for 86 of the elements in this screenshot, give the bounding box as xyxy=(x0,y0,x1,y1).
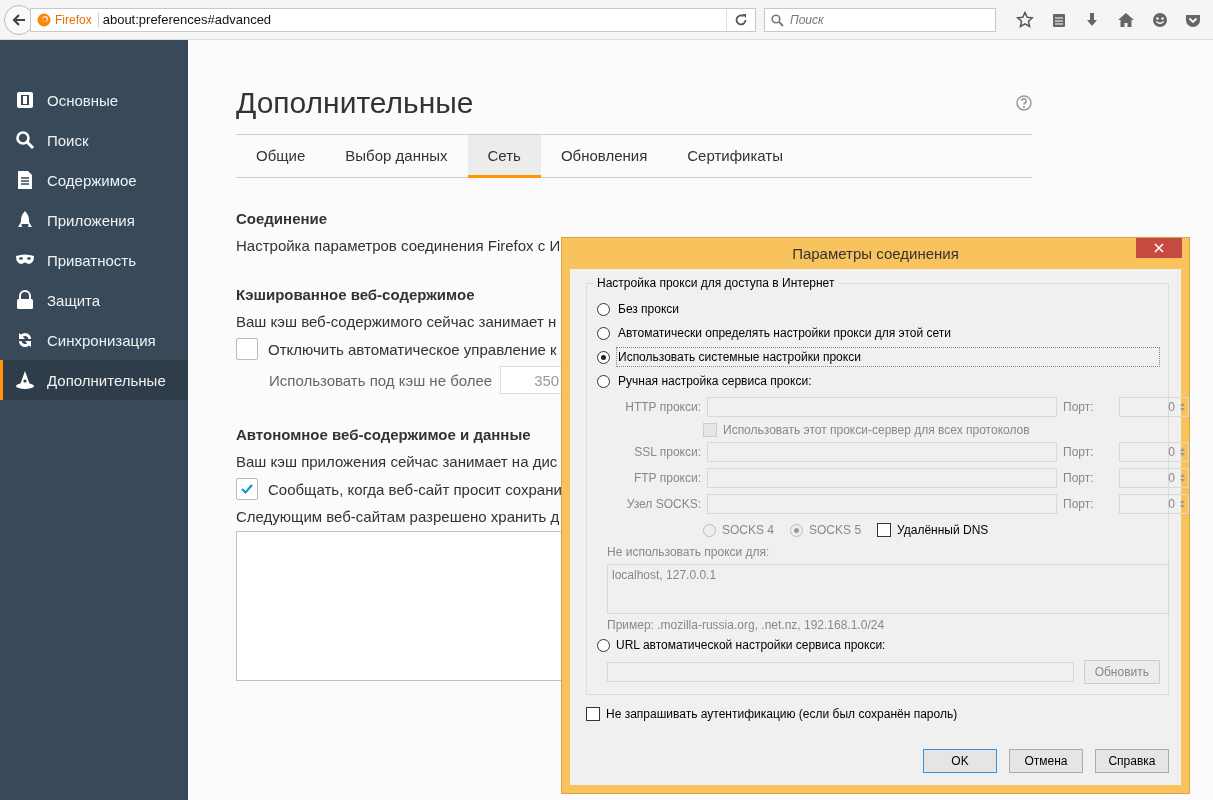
checkbox[interactable] xyxy=(586,707,600,721)
proxy-label: HTTP прокси: xyxy=(624,400,701,414)
close-button[interactable] xyxy=(1136,238,1182,258)
example-text: Пример: .mozilla-russia.org, .net.nz, 192.168.1.0/24 xyxy=(607,618,886,632)
tab[interactable]: Сеть xyxy=(467,135,541,178)
window-icon xyxy=(15,90,35,110)
proxy-host-field[interactable] xyxy=(707,468,1057,488)
sidebar-item[interactable]: Приложения xyxy=(0,200,188,240)
radio-label: Использовать системные настройки прокси xyxy=(616,347,1160,367)
field-label: Не использовать прокси для: xyxy=(607,545,771,559)
port-label: Порт: xyxy=(1063,497,1095,511)
search-icon xyxy=(15,130,35,150)
port-label: Порт: xyxy=(1063,400,1095,414)
dialog-button[interactable]: Справка xyxy=(1095,749,1169,773)
section-heading: Кэшированное веб-содержимое xyxy=(236,286,475,303)
close-icon xyxy=(1154,243,1164,253)
tab[interactable]: Обновления xyxy=(540,135,668,178)
radio-button[interactable] xyxy=(597,374,610,388)
checkbox[interactable] xyxy=(236,338,258,360)
sidebar-item[interactable]: Дополнительные xyxy=(0,360,188,400)
port-label: Порт: xyxy=(1063,471,1095,485)
checkbox[interactable] xyxy=(236,478,258,500)
checkbox-label: Использовать этот прокси-сервер для всех протоколов xyxy=(723,423,1030,437)
radio-label: Автоматически определять настройки прокси для этой сети xyxy=(617,325,952,342)
lock-icon xyxy=(15,290,35,310)
checkbox-label: Не запрашивать аутентификацию (если был сохранён пароль) xyxy=(606,707,958,721)
url-text: about:preferences#advanced xyxy=(102,12,273,27)
section-heading: Соединение xyxy=(236,210,328,227)
section-text: Ваш кэш приложения сейчас занимает на дис xyxy=(236,453,558,470)
section-text: Следующим веб-сайтам разрешено хранить д xyxy=(236,508,560,525)
proxy-label: SSL прокси: xyxy=(633,445,701,459)
proxy-host-field[interactable] xyxy=(707,397,1057,417)
radio-button[interactable] xyxy=(597,302,610,316)
smiley-icon[interactable] xyxy=(1152,11,1168,28)
cache-limit-label: Использовать под кэш не более xyxy=(269,371,493,389)
help-icon[interactable] xyxy=(1016,95,1032,111)
proxy-host-field[interactable] xyxy=(707,442,1057,462)
document-icon xyxy=(15,170,35,190)
radio-button[interactable] xyxy=(790,523,804,537)
tab[interactable]: Выбор данных xyxy=(325,135,468,178)
address-bar[interactable]: Firefox about:preferences#advanced xyxy=(30,7,756,32)
checkbox-label: Отключить автоматическое управление к xyxy=(268,340,557,358)
tab[interactable]: Общие xyxy=(236,135,326,178)
group-title: Настройка прокси для доступа в Интернет xyxy=(593,276,839,290)
radio-label: Без прокси xyxy=(617,301,681,318)
star-icon[interactable] xyxy=(1016,10,1034,29)
radio-button[interactable] xyxy=(703,523,716,537)
sidebar-item[interactable]: Защита xyxy=(0,280,188,320)
sidebar-item[interactable]: Содержимое xyxy=(0,160,188,200)
sidebar-item[interactable]: Основные xyxy=(0,80,188,120)
checkbox-label: Удалённый DNS xyxy=(897,523,989,537)
dialog-button[interactable]: Отмена xyxy=(1009,749,1083,773)
firefox-logo-icon xyxy=(37,12,51,27)
field-value: localhost, 127.0.0.1 xyxy=(612,568,717,582)
dialog-title: Параметры соединения xyxy=(792,245,959,262)
rocket-icon xyxy=(15,210,35,230)
radio-button[interactable] xyxy=(597,350,610,364)
checkmark-icon xyxy=(240,482,254,496)
download-icon[interactable] xyxy=(1084,11,1100,28)
section-text: Настройка параметров соединения Firefox с И xyxy=(236,237,561,254)
sidebar-item[interactable]: Синхронизация xyxy=(0,320,188,360)
sidebar-item[interactable]: Приватность xyxy=(0,240,188,280)
identity-label: Firefox xyxy=(55,12,99,27)
pac-url-field[interactable] xyxy=(607,662,1074,682)
home-icon[interactable] xyxy=(1117,11,1135,28)
dialog-button[interactable]: OK xyxy=(923,749,997,773)
section-text: Ваш кэш веб-содержимого сейчас занимает н xyxy=(236,313,557,330)
checkbox[interactable] xyxy=(877,523,892,537)
proxy-host-field[interactable] xyxy=(707,494,1057,514)
search-field[interactable]: Поиск xyxy=(764,7,996,32)
proxy-label: FTP прокси: xyxy=(632,471,701,485)
page-title: Дополнительные xyxy=(236,86,474,120)
radio-label: SOCKS 5 xyxy=(809,523,862,537)
port-label: Порт: xyxy=(1063,445,1095,459)
sidebar-item[interactable]: Поиск xyxy=(0,120,188,160)
radio-button[interactable] xyxy=(597,638,610,652)
wizard-hat-icon xyxy=(15,370,35,390)
checkbox-label: Сообщать, когда веб-сайт просит сохрани xyxy=(268,480,562,498)
radio-button[interactable] xyxy=(597,326,610,340)
back-arrow-icon xyxy=(11,11,27,28)
proxy-label: Узел SOCKS: xyxy=(625,497,701,511)
radio-label: URL автоматической настройки сервиса прокси: xyxy=(616,638,886,652)
section-heading: Автономное веб-содержимое и данные xyxy=(236,426,531,443)
tab[interactable]: Сертификаты xyxy=(667,135,803,178)
radio-label: SOCKS 4 xyxy=(722,523,775,537)
list-icon[interactable] xyxy=(1051,11,1067,28)
